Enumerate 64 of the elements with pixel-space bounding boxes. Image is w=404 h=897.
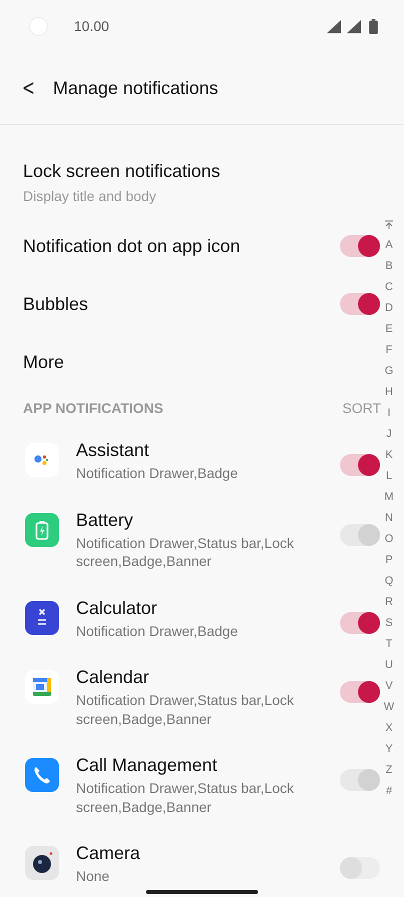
app-notification-types: Notification Drawer,Badge: [76, 464, 239, 482]
index-letter[interactable]: Y: [385, 739, 393, 760]
status-time: 10.00: [74, 18, 110, 34]
battery-icon: [369, 18, 378, 34]
toggle-switch[interactable]: [340, 612, 380, 634]
app-notification-types: Notification Drawer,Status bar,Lock screen,Badge,Banner: [76, 779, 295, 816]
calendar-icon: [25, 670, 59, 704]
index-letter[interactable]: #: [386, 781, 392, 802]
scroll-to-top-icon[interactable]: [384, 220, 394, 230]
index-letter[interactable]: H: [385, 382, 393, 403]
section-title: APP NOTIFICATIONS: [23, 400, 164, 416]
settings-item[interactable]: Lock screen notifications Display title and body: [0, 145, 404, 217]
index-letter[interactable]: V: [385, 676, 393, 697]
toggle-switch[interactable]: [340, 681, 380, 703]
app-notification-types: Notification Drawer,Status bar,Lock screen,Badge,Banner: [76, 534, 295, 570]
setting-label: Bubbles: [23, 294, 88, 314]
index-letter[interactable]: K: [385, 445, 393, 466]
signal-icon: [346, 18, 361, 34]
index-letter[interactable]: B: [385, 256, 393, 277]
index-letter[interactable]: P: [385, 550, 393, 571]
index-letter[interactable]: I: [387, 403, 391, 424]
app-name: Call Management: [76, 754, 218, 777]
index-letter[interactable]: D: [385, 298, 393, 319]
toggle-switch[interactable]: [340, 235, 380, 257]
index-letter[interactable]: C: [385, 277, 393, 298]
phone-icon: [25, 758, 59, 792]
app-notification-types: Notification Drawer,Status bar,Lock screen,Badge,Banner: [76, 691, 295, 728]
app-notification-types: None: [76, 867, 110, 886]
index-letter[interactable]: O: [384, 529, 394, 550]
index-letter[interactable]: N: [385, 508, 393, 529]
index-letter[interactable]: X: [385, 718, 393, 739]
sort-button[interactable]: SORT: [342, 400, 381, 416]
toggle-switch[interactable]: [340, 857, 380, 879]
settings-link[interactable]: More: [23, 352, 64, 372]
index-letter[interactable]: A: [385, 235, 393, 256]
toggle-switch[interactable]: [340, 293, 380, 315]
index-letter[interactable]: T: [386, 634, 392, 655]
app-name: Assistant: [76, 439, 150, 462]
index-letter[interactable]: U: [385, 655, 393, 676]
app-name: Camera: [76, 842, 142, 865]
index-letter[interactable]: L: [386, 466, 392, 487]
index-letter[interactable]: J: [386, 424, 392, 445]
app-name: Battery: [76, 508, 134, 532]
index-letter[interactable]: M: [384, 487, 394, 508]
calculator-icon: [25, 600, 59, 634]
app-name: Calculator: [76, 596, 158, 620]
signal-icon: [326, 18, 341, 34]
camera-icon: [25, 846, 59, 880]
page-title: Manage notifications: [53, 78, 218, 98]
index-letter[interactable]: Z: [386, 760, 392, 781]
app-name: Calendar: [76, 666, 150, 689]
index-letter[interactable]: W: [384, 697, 394, 718]
toggle-switch[interactable]: [340, 454, 380, 476]
app-notification-types: Notification Drawer,Badge: [76, 622, 239, 640]
setting-label: Notification dot on app icon: [23, 236, 240, 256]
index-letter[interactable]: R: [385, 592, 393, 613]
back-button[interactable]: <: [22, 76, 44, 100]
index-letter[interactable]: Q: [384, 571, 394, 592]
assistant-icon: [25, 443, 59, 477]
index-letter[interactable]: F: [386, 340, 392, 361]
index-letter[interactable]: E: [385, 319, 393, 340]
index-letter[interactable]: S: [385, 613, 393, 634]
battery-app-icon: [25, 512, 59, 546]
index-letter[interactable]: G: [384, 361, 394, 382]
